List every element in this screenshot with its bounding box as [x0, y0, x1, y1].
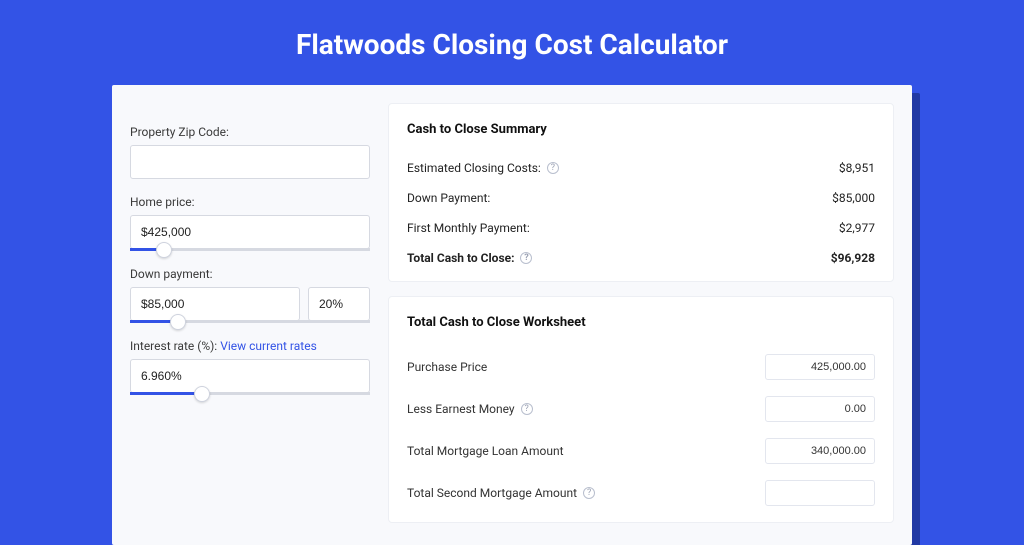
zip-input[interactable]: [130, 145, 370, 179]
home-price-label: Home price:: [130, 195, 370, 209]
field-interest-rate: Interest rate (%): View current rates: [130, 339, 370, 395]
worksheet-label: Less Earnest Money: [407, 402, 515, 416]
worksheet-input[interactable]: [765, 438, 875, 464]
summary-label-text: Down Payment:: [407, 191, 490, 205]
worksheet-title: Total Cash to Close Worksheet: [407, 315, 875, 330]
worksheet-input[interactable]: [765, 396, 875, 422]
home-price-slider[interactable]: [130, 248, 370, 251]
calculator-card: Property Zip Code: Home price: Down paym…: [112, 85, 912, 545]
summary-row-first-payment: First Monthly Payment: $2,977: [407, 213, 875, 243]
slider-thumb[interactable]: [170, 314, 186, 330]
worksheet-row-mortgage-loan: Total Mortgage Loan Amount: [407, 430, 875, 472]
worksheet-label: Total Mortgage Loan Amount: [407, 444, 564, 458]
summary-total-value: $96,928: [831, 251, 875, 265]
worksheet-input[interactable]: [765, 480, 875, 506]
interest-rate-slider[interactable]: [130, 392, 370, 395]
worksheet-input[interactable]: [765, 354, 875, 380]
view-rates-link[interactable]: View current rates: [220, 339, 317, 353]
zip-label: Property Zip Code:: [130, 125, 370, 139]
summary-value: $8,951: [839, 161, 875, 175]
worksheet-label: Purchase Price: [407, 360, 487, 374]
summary-value: $2,977: [839, 221, 875, 235]
summary-title: Cash to Close Summary: [407, 122, 875, 137]
summary-row-total: Total Cash to Close: ? $96,928: [407, 243, 875, 273]
summary-value: $85,000: [832, 191, 875, 205]
inputs-column: Property Zip Code: Home price: Down paym…: [130, 103, 370, 523]
worksheet-panel: Total Cash to Close Worksheet Purchase P…: [388, 296, 894, 523]
interest-rate-label-text: Interest rate (%):: [130, 339, 220, 353]
help-icon[interactable]: ?: [583, 487, 595, 499]
down-payment-label: Down payment:: [130, 267, 370, 281]
down-payment-pct-input[interactable]: [308, 287, 370, 321]
help-icon[interactable]: ?: [547, 162, 559, 174]
summary-row-closing-costs: Estimated Closing Costs: ? $8,951: [407, 153, 875, 183]
summary-label-text: Estimated Closing Costs:: [407, 161, 541, 175]
help-icon[interactable]: ?: [521, 403, 533, 415]
help-icon[interactable]: ?: [520, 252, 532, 264]
worksheet-row-earnest-money: Less Earnest Money ?: [407, 388, 875, 430]
down-payment-slider[interactable]: [130, 320, 370, 323]
summary-label-text: First Monthly Payment:: [407, 221, 530, 235]
results-column: Cash to Close Summary Estimated Closing …: [388, 103, 894, 523]
summary-total-label: Total Cash to Close:: [407, 251, 514, 265]
worksheet-row-purchase-price: Purchase Price: [407, 346, 875, 388]
interest-rate-label: Interest rate (%): View current rates: [130, 339, 370, 353]
field-down-payment: Down payment:: [130, 267, 370, 323]
field-zip: Property Zip Code:: [130, 125, 370, 179]
page-title: Flatwoods Closing Cost Calculator: [0, 0, 1024, 85]
field-home-price: Home price:: [130, 195, 370, 251]
summary-row-down-payment: Down Payment: $85,000: [407, 183, 875, 213]
summary-panel: Cash to Close Summary Estimated Closing …: [388, 103, 894, 282]
worksheet-row-second-mortgage: Total Second Mortgage Amount ?: [407, 472, 875, 514]
worksheet-label: Total Second Mortgage Amount: [407, 486, 577, 500]
slider-thumb[interactable]: [194, 386, 210, 402]
interest-rate-input[interactable]: [130, 359, 370, 393]
down-payment-input[interactable]: [130, 287, 300, 321]
slider-thumb[interactable]: [156, 242, 172, 258]
